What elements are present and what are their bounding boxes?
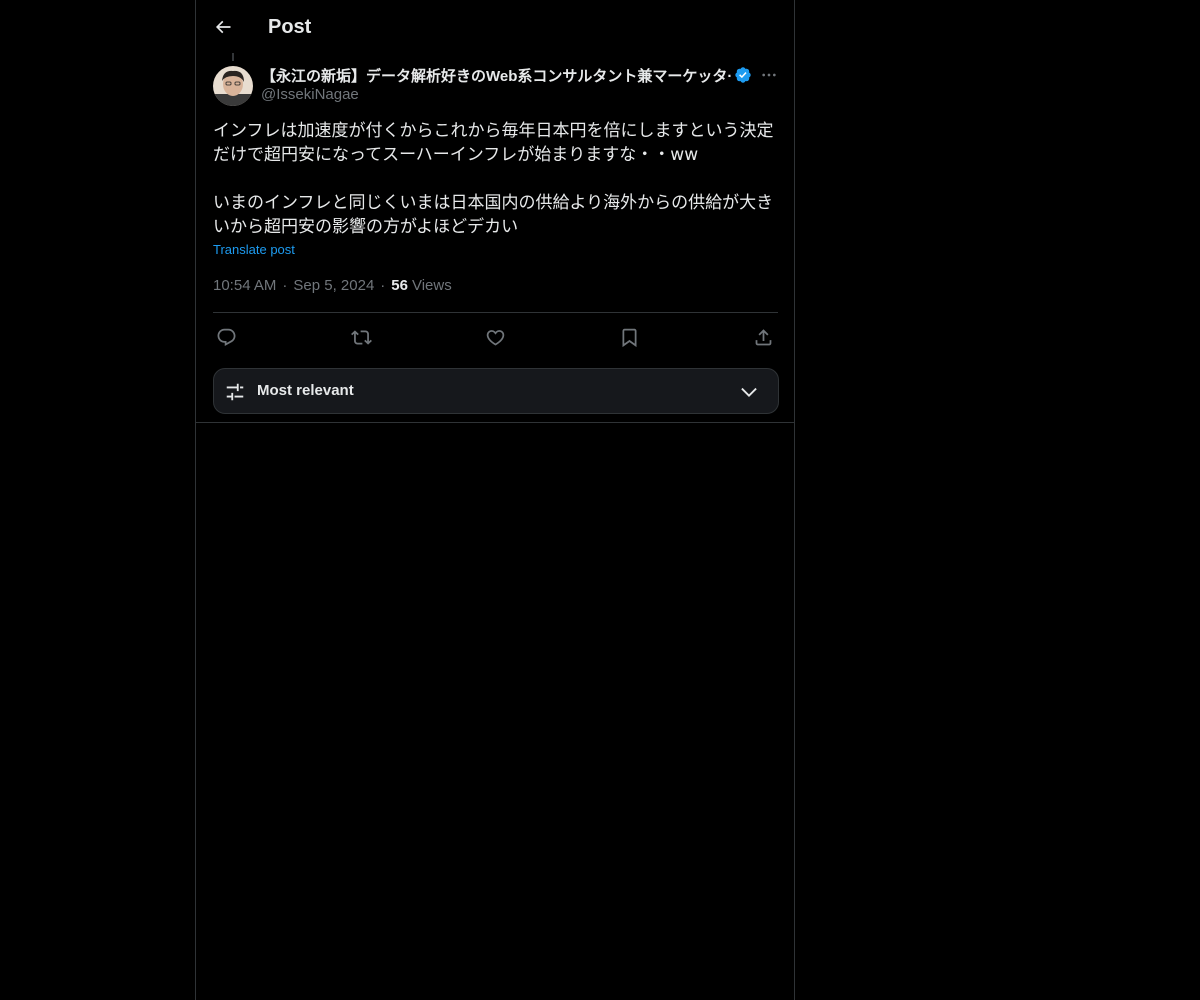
arrow-left-icon xyxy=(215,20,231,34)
author-name-row: 【永江の新垢】データ解析好きのWeb系コンサルタント兼マーケッタ· xyxy=(261,64,771,86)
divider xyxy=(213,312,778,313)
bookmark-button[interactable] xyxy=(616,324,642,350)
author-handle[interactable]: @IssekiNagae xyxy=(261,86,359,103)
divider xyxy=(196,422,794,423)
views-count: 56 xyxy=(391,277,408,294)
post-meta: 10:54 AM · Sep 5, 2024 · 56 Views xyxy=(213,277,452,294)
like-icon xyxy=(486,329,504,346)
page-header: Post xyxy=(196,0,794,53)
avatar-image xyxy=(213,66,253,106)
views-label: Views xyxy=(411,277,452,294)
chevron-down-icon xyxy=(741,387,757,397)
reply-sort-dropdown[interactable]: Most relevant xyxy=(213,368,779,414)
more-options-button[interactable] xyxy=(758,64,780,86)
post-text: インフレは加速度が付くからこれから毎年日本円を倍にしますという決定だけで超円安に… xyxy=(213,121,774,237)
post-time[interactable]: 10:54 AM xyxy=(213,277,276,294)
verified-badge-icon[interactable] xyxy=(734,66,752,84)
primary-column: Post 【永江の新垢】データ解析好きのWeb系コンサルタント兼マーケッタ· @… xyxy=(195,0,795,1000)
author-display-name[interactable]: 【永江の新垢】データ解析好きのWeb系コンサルタント兼マーケッタ· xyxy=(261,65,732,86)
meta-separator: · xyxy=(282,277,288,294)
bookmark-icon xyxy=(622,328,636,347)
repost-button[interactable] xyxy=(348,324,374,350)
back-button[interactable] xyxy=(208,10,238,44)
post-date[interactable]: Sep 5, 2024 xyxy=(293,277,374,294)
sliders-icon xyxy=(226,383,244,401)
repost-icon xyxy=(350,329,372,345)
share-button[interactable] xyxy=(750,324,776,350)
reply-icon xyxy=(217,328,235,346)
like-button[interactable] xyxy=(482,324,508,350)
thread-connector xyxy=(232,53,234,61)
meta-separator: · xyxy=(380,277,386,294)
share-icon xyxy=(755,328,771,345)
avatar[interactable] xyxy=(213,66,253,106)
page-title: Post xyxy=(268,16,312,38)
translate-post-link[interactable]: Translate post xyxy=(213,242,295,257)
more-horizontal-icon xyxy=(762,73,776,77)
action-bar xyxy=(213,324,778,350)
reply-button[interactable] xyxy=(213,324,239,350)
sort-label: Most relevant xyxy=(257,382,354,399)
